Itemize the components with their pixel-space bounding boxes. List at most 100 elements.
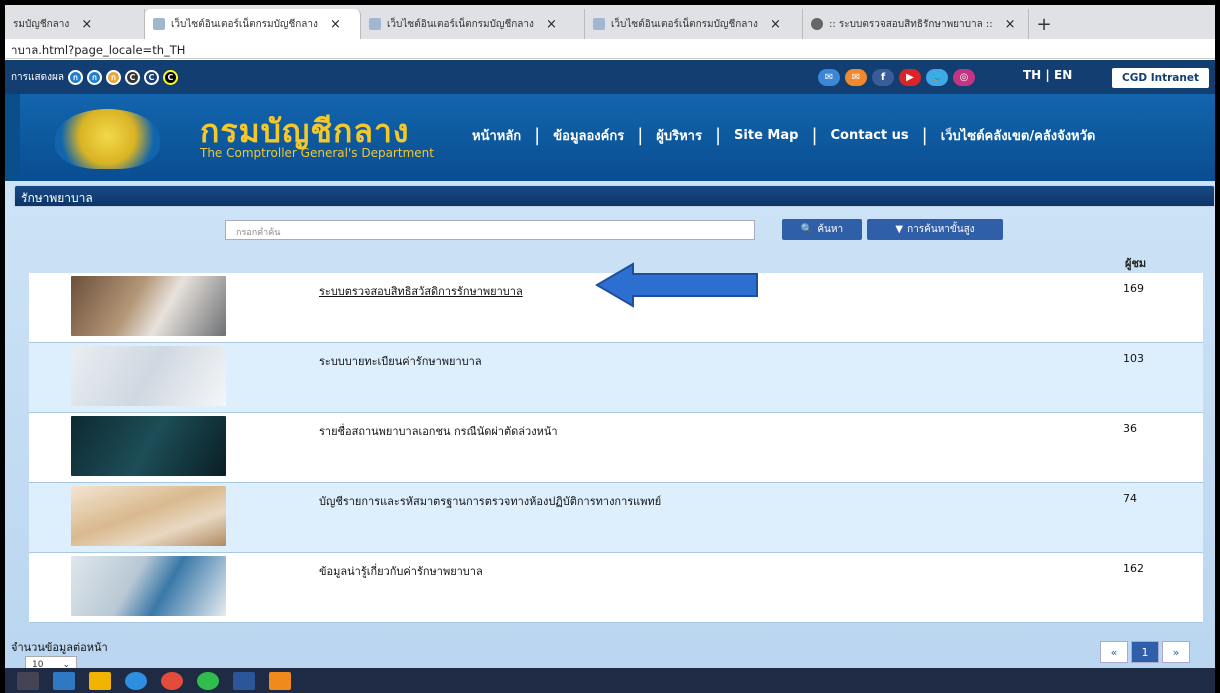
tab-label: เว็บไซต์อินเตอร์เน็ตกรมบัญชีกลาง [611, 18, 758, 30]
chrome-icon[interactable] [161, 671, 183, 690]
os-taskbar [5, 668, 1215, 693]
next-page-button[interactable]: » [1162, 641, 1190, 663]
social-links: ✉ ✉ f ▶ 🐦 ◎ [818, 69, 975, 86]
writing-image[interactable] [71, 346, 226, 406]
close-icon[interactable]: × [330, 17, 341, 32]
tab-3[interactable]: เว็บไซต์อินเตอร์เน็ตกรมบัญชีกลาง × [361, 9, 585, 39]
browser-window: รมบัญชีกลาง × เว็บไซต์อินเตอร์เน็ตกรมบัญ… [5, 5, 1215, 693]
file-explorer-icon[interactable] [89, 671, 111, 690]
favicon-icon [593, 18, 605, 30]
display-label: การแสดงผล [11, 71, 64, 83]
desk-image[interactable] [71, 556, 226, 616]
language-switch: TH | EN [1023, 68, 1072, 82]
new-tab-button[interactable]: + [1029, 9, 1059, 39]
nav-separator: | [811, 125, 818, 146]
utility-strip: การแสดงผล ก ก ก C C C ✉ ✉ f ▶ 🐦 ◎ TH | E… [5, 60, 1215, 94]
facebook-icon[interactable]: f [872, 69, 894, 86]
item-title[interactable]: ระบบตรวจสอบสิทธิสวัสดิการรักษาพยาบาล [319, 282, 523, 300]
instagram-icon[interactable]: ◎ [953, 69, 975, 86]
font-medium-button[interactable]: ก [86, 69, 102, 85]
tab-1[interactable]: รมบัญชีกลาง × [5, 9, 145, 39]
item-views: 162 [1123, 562, 1144, 575]
line-icon[interactable] [197, 671, 219, 690]
per-page-label: จำนวนข้อมูลต่อหน้า [11, 641, 108, 654]
tab-4[interactable]: เว็บไซต์อินเตอร์เน็ตกรมบัญชีกลาง × [585, 9, 803, 39]
close-icon[interactable]: × [546, 17, 557, 32]
word-icon[interactable] [233, 671, 255, 690]
globe-icon [811, 18, 823, 30]
surgery-image[interactable] [71, 416, 226, 476]
item-title[interactable]: รายชื่อสถานพยาบาลเอกชน กรณีนัดผ่าตัดล่วง… [319, 422, 558, 440]
list-item[interactable]: รายชื่อสถานพยาบาลเอกชน กรณีนัดผ่าตัดล่วง… [29, 413, 1203, 483]
tab-2[interactable]: เว็บไซต์อินเตอร์เน็ตกรมบัญชีกลาง × [145, 9, 361, 39]
filter-icon: ▼ [895, 224, 904, 235]
lang-th-link[interactable]: TH [1023, 68, 1041, 82]
lang-en-link[interactable]: EN [1054, 68, 1072, 82]
nav-organization[interactable]: ข้อมูลองค์กร [553, 125, 624, 146]
papers-image[interactable] [71, 486, 226, 546]
tab-5[interactable]: :: ระบบตรวจสอบสิทธิรักษาพยาบาล :: × [803, 9, 1029, 39]
tab-label: รมบัญชีกลาง [13, 18, 70, 30]
item-views: 169 [1123, 282, 1144, 295]
nav-sitemap[interactable]: Site Map [734, 128, 798, 143]
advanced-search-button[interactable]: ▼ การค้นหาขั้นสูง [867, 219, 1003, 240]
item-title[interactable]: ระบบบายทะเบียนค่ารักษาพยาบาล [319, 352, 482, 370]
document-list: ระบบตรวจสอบสิทธิสวัสดิการรักษาพยาบาล 169… [29, 273, 1203, 623]
list-item[interactable]: ข้อมูลน่ารู้เกี่ยวกับค่ารักษาพยาบาล 162 [29, 553, 1203, 623]
task-view-icon[interactable] [17, 671, 39, 690]
contrast-default-button[interactable]: C [124, 69, 140, 85]
contrast-blue-button[interactable]: C [143, 69, 159, 85]
pagination: « 1 » [1100, 641, 1190, 663]
edge-icon[interactable] [125, 671, 147, 690]
address-bar[interactable]: าบาล.html?page_locale=th_TH [5, 39, 1215, 59]
nav-separator: | [714, 125, 722, 146]
tab-label: เว็บไซต์อินเตอร์เน็ตกรมบัญชีกลาง [171, 18, 318, 30]
main-content: รักษาพยาบาล กรอกคำค้น 🔍 ค้นหา ▼ การค้นหา… [5, 181, 1215, 693]
item-views: 36 [1123, 422, 1137, 435]
close-icon[interactable]: × [770, 17, 781, 32]
page-1-button[interactable]: 1 [1131, 641, 1159, 663]
lang-separator: | [1045, 68, 1050, 82]
tab-label: :: ระบบตรวจสอบสิทธิรักษาพยาบาล :: [829, 18, 993, 30]
twitter-icon[interactable]: 🐦 [926, 69, 948, 86]
views-column-header: ผู้ชม [1125, 257, 1147, 270]
item-views: 74 [1123, 492, 1137, 505]
item-title[interactable]: บัญชีรายการและรหัสมาตรฐานการตรวจทางห้องป… [319, 492, 661, 510]
prev-page-button[interactable]: « [1100, 641, 1128, 663]
email-icon[interactable]: ✉ [818, 69, 840, 86]
favicon-icon [369, 18, 381, 30]
list-item[interactable]: บัญชีรายการและรหัสมาตรฐานการตรวจทางห้องป… [29, 483, 1203, 553]
stethoscope-image[interactable] [71, 276, 226, 336]
intranet-button[interactable]: CGD Intranet [1112, 68, 1209, 88]
font-large-button[interactable]: ก [105, 69, 121, 85]
tab-label: เว็บไซต์อินเตอร์เน็ตกรมบัญชีกลาง [387, 18, 534, 30]
nav-contact[interactable]: Contact us [831, 128, 909, 143]
close-icon[interactable]: × [81, 17, 92, 32]
advanced-search-label: การค้นหาขั้นสูง [907, 224, 975, 235]
youtube-icon[interactable]: ▶ [899, 69, 921, 86]
annotation-arrow-icon [595, 262, 758, 308]
nav-separator: | [637, 125, 644, 146]
search-icon: 🔍 [800, 224, 814, 235]
list-item[interactable]: ระบบบายทะเบียนค่ารักษาพยาบาล 103 [29, 343, 1203, 413]
close-icon[interactable]: × [1005, 17, 1016, 32]
nav-separator: | [534, 125, 541, 146]
item-title[interactable]: ข้อมูลน่ารู้เกี่ยวกับค่ารักษาพยาบาล [319, 562, 483, 580]
app-icon[interactable] [269, 671, 291, 690]
search-button-label: ค้นหา [817, 224, 844, 235]
mail-icon[interactable]: ✉ [845, 69, 867, 86]
search-button[interactable]: 🔍 ค้นหา [782, 219, 862, 240]
nav-executives[interactable]: ผู้บริหาร [656, 125, 702, 146]
nav-regional-sites[interactable]: เว็บไซต์คลังเขต/คลังจังหวัด [941, 125, 1096, 146]
tab-bar: รมบัญชีกลาง × เว็บไซต์อินเตอร์เน็ตกรมบัญ… [5, 5, 1215, 39]
search-input[interactable]: กรอกคำค้น [225, 220, 755, 240]
header-banner: กรมบัญชีกลาง The Comptroller General's D… [20, 94, 1215, 181]
folder-icon[interactable] [53, 671, 75, 690]
garuda-logo-icon[interactable] [55, 109, 160, 169]
contrast-high-button[interactable]: C [162, 69, 178, 85]
main-nav: หน้าหลัก | ข้อมูลองค์กร | ผู้บริหาร | Si… [472, 125, 1095, 146]
nav-home[interactable]: หน้าหลัก [472, 125, 521, 146]
site-header: กรมบัญชีกลาง The Comptroller General's D… [5, 94, 1215, 181]
font-small-button[interactable]: ก [67, 69, 83, 85]
nav-separator: | [921, 125, 928, 146]
